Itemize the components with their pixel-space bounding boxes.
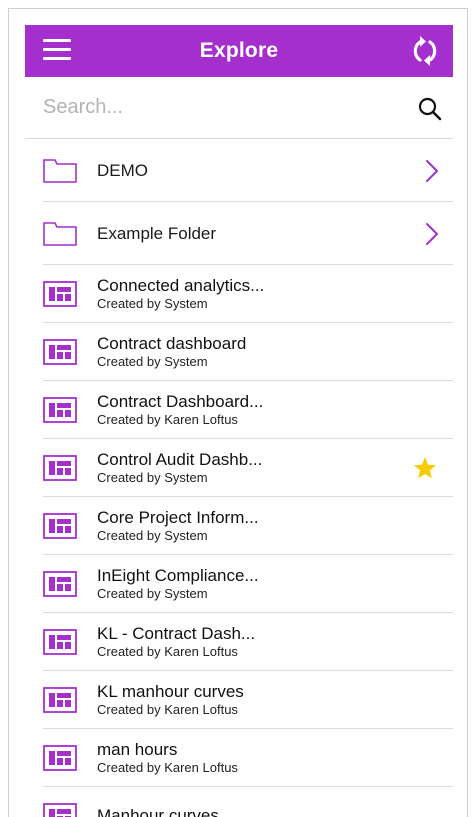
folder-icon [43,221,77,246]
dashboard-row[interactable]: KL manhour curves Created by Karen Loftu… [25,671,453,729]
search-bar [25,77,453,139]
dashboard-created-by: Created by System [97,528,208,543]
dashboard-created-by: Created by Karen Loftus [97,702,238,717]
dashboard-row[interactable]: Control Audit Dashb... Created by System [25,439,453,497]
dashboard-created-by: Created by Karen Loftus [97,412,238,427]
dashboard-row[interactable]: Contract dashboard Created by System [25,323,453,381]
folder-label: DEMO [97,160,148,180]
dashboard-icon [43,513,77,539]
dashboard-created-by: Created by System [97,354,208,369]
top-navigation-bar: Explore [25,25,453,77]
explore-list: DEMO Example Folder Connected analytics.… [25,139,453,817]
dashboard-name: InEight Compliance... [97,566,259,585]
dashboard-name: Manhour curves [97,806,219,817]
dashboard-row[interactable]: KL - Contract Dash... Created by Karen L… [25,613,453,671]
dashboard-name: Control Audit Dashb... [97,450,263,469]
dashboard-created-by: Created by Karen Loftus [97,760,238,775]
dashboard-name: Connected analytics... [97,276,265,295]
dashboard-created-by: Created by System [97,470,208,485]
dashboard-name: Contract dashboard [97,334,247,353]
dashboard-icon [43,455,77,481]
dashboard-icon [43,571,77,597]
folder-row-example-folder[interactable]: Example Folder [25,202,453,265]
dashboard-row[interactable]: Core Project Inform... Created by System [25,497,453,555]
dashboard-row[interactable]: InEight Compliance... Created by System [25,555,453,613]
folder-icon [43,158,77,183]
dashboard-row[interactable]: Manhour curves [25,787,453,817]
dashboard-icon [43,803,77,817]
dashboard-icon [43,339,77,365]
folder-row-demo[interactable]: DEMO [25,139,453,202]
dashboard-created-by: Created by System [97,296,208,311]
dashboard-row[interactable]: Connected analytics... Created by System [25,265,453,323]
app-frame: Explore DEMO [8,8,468,817]
search-input[interactable] [43,96,383,119]
dashboard-row[interactable]: man hours Created by Karen Loftus [25,729,453,787]
dashboard-name: KL manhour curves [97,682,244,701]
dashboard-created-by: Created by System [97,586,208,601]
search-icon[interactable] [417,96,443,122]
chevron-right-icon [426,159,438,182]
dashboard-icon [43,281,77,307]
dashboard-created-by: Created by Karen Loftus [97,644,238,659]
dashboard-icon [43,397,77,423]
dashboard-row[interactable]: Contract Dashboard... Created by Karen L… [25,381,453,439]
dashboard-name: KL - Contract Dash... [97,624,256,643]
dashboard-name: Core Project Inform... [97,508,259,527]
chevron-right-icon [426,222,438,245]
hamburger-menu-icon[interactable] [43,39,71,61]
dashboard-icon [43,745,77,771]
explore-screen: Explore DEMO [25,25,453,817]
dashboard-icon [43,629,77,655]
dashboard-name: Contract Dashboard... [97,392,264,411]
refresh-icon[interactable] [407,33,443,69]
star-icon[interactable] [413,456,437,480]
page-title: Explore [199,39,279,62]
dashboard-icon [43,687,77,713]
folder-label: Example Folder [97,223,217,243]
dashboard-name: man hours [97,740,178,759]
